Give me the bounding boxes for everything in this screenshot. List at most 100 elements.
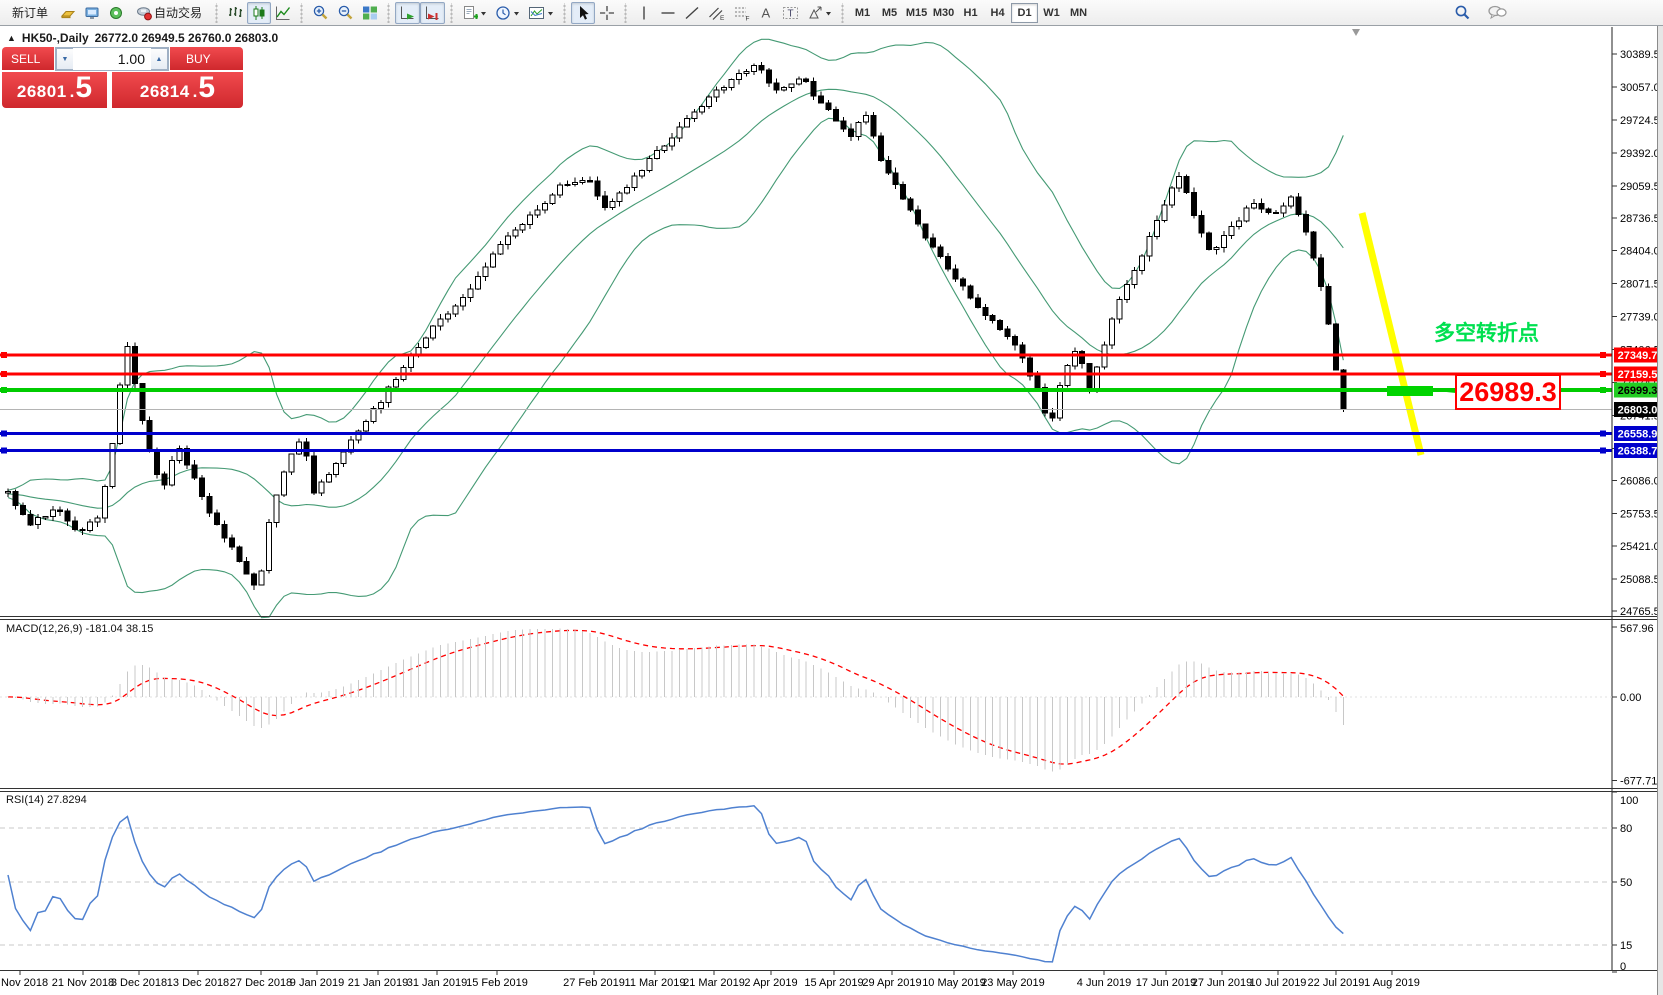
- horizontal-lines[interactable]: [0, 352, 1612, 453]
- equidistant-channel-button[interactable]: E: [704, 2, 729, 24]
- autotrading-label: 自动交易: [154, 4, 202, 21]
- buy-button[interactable]: BUY: [170, 47, 243, 71]
- bar-chart-button[interactable]: [223, 2, 247, 24]
- timeframe-m15-button[interactable]: M15: [903, 3, 930, 23]
- zoom-out-button[interactable]: [333, 2, 358, 24]
- timeframe-w1-button[interactable]: W1: [1038, 3, 1065, 23]
- axes: 30389.530057.029724.529392.029059.528736…: [1612, 27, 1660, 973]
- svg-text:27349.7: 27349.7: [1618, 350, 1658, 362]
- panel-collapse-icon[interactable]: ▲: [7, 33, 16, 43]
- zoom-in-button[interactable]: [308, 2, 333, 24]
- svg-text:27159.5: 27159.5: [1618, 369, 1658, 381]
- search-button[interactable]: [1450, 2, 1475, 24]
- new-order-button[interactable]: 新订单: [4, 2, 56, 24]
- auto-scroll-icon: [399, 5, 416, 21]
- timeframe-h4-button[interactable]: H4: [984, 3, 1011, 23]
- timeframe-h1-button[interactable]: H1: [957, 3, 984, 23]
- chevron-down-icon: [513, 8, 520, 18]
- svg-text:15 Feb 2019: 15 Feb 2019: [466, 977, 528, 989]
- buy-price[interactable]: 26814.5: [112, 72, 243, 108]
- highlight-rect[interactable]: [1387, 386, 1433, 396]
- svg-text:0: 0: [1620, 961, 1626, 973]
- template-icon: [528, 5, 545, 21]
- toolbar-separator: [213, 3, 220, 23]
- indicators-button[interactable]: [458, 2, 491, 24]
- trendline-button[interactable]: [680, 2, 704, 24]
- crosshair-button[interactable]: [595, 2, 619, 24]
- window-right-edge: [1657, 26, 1663, 995]
- periods-button[interactable]: [491, 2, 524, 24]
- price-callout[interactable]: 26989.3: [1436, 375, 1560, 409]
- svg-text:3 Dec 2018: 3 Dec 2018: [111, 977, 167, 989]
- template-button[interactable]: [524, 2, 558, 24]
- chart-shift-marker[interactable]: [1352, 29, 1360, 36]
- svg-text:31 Jan 2019: 31 Jan 2019: [407, 977, 468, 989]
- price-chart[interactable]: 30389.530057.029724.529392.029059.528736…: [0, 0, 1663, 995]
- fibonacci-icon: F: [733, 5, 750, 21]
- auto-scroll-button[interactable]: [395, 2, 420, 24]
- chat-button[interactable]: [1483, 2, 1511, 24]
- horizontal-line-icon: [660, 5, 676, 21]
- text-button[interactable]: A: [754, 2, 778, 24]
- buy-price-main: 26814: [140, 82, 190, 102]
- timeframe-d1-button[interactable]: D1: [1011, 3, 1038, 23]
- svg-text:27 Dec 2018: 27 Dec 2018: [230, 977, 292, 989]
- timeframe-mn-button[interactable]: MN: [1065, 3, 1092, 23]
- sell-price-frac: 5: [75, 75, 92, 101]
- svg-text:25088.5: 25088.5: [1620, 574, 1660, 586]
- timeframe-m30-button[interactable]: M30: [930, 3, 957, 23]
- chevron-down-icon: [547, 8, 554, 18]
- shapes-button[interactable]: [803, 2, 836, 24]
- signal-button[interactable]: [104, 2, 128, 24]
- price-badges: 27349.727159.526999.326803.026558.926388…: [1614, 348, 1661, 458]
- search-icon: [1454, 4, 1471, 21]
- main-toolbar: 新订单 自动交易: [0, 0, 1663, 26]
- svg-text:26086.0: 26086.0: [1620, 475, 1660, 487]
- svg-text:21 Jan 2019: 21 Jan 2019: [348, 977, 409, 989]
- svg-text:28071.5: 28071.5: [1620, 279, 1660, 291]
- turning-point-annotation[interactable]: 多空转折点: [1434, 321, 1539, 345]
- svg-text:567.96: 567.96: [1620, 623, 1654, 635]
- trendline-annotation[interactable]: [1362, 213, 1421, 455]
- sell-price[interactable]: 26801.5: [2, 72, 107, 108]
- crosshair-icon: [599, 5, 615, 21]
- volume-increase-button[interactable]: ▲: [151, 48, 168, 70]
- toolbar-separator: [622, 3, 629, 23]
- timeframe-m1-button[interactable]: M1: [849, 3, 876, 23]
- trendline-icon: [684, 5, 700, 21]
- fibonacci-button[interactable]: F: [729, 2, 754, 24]
- svg-text:2 Apr 2019: 2 Apr 2019: [744, 977, 797, 989]
- svg-text:T: T: [788, 8, 794, 19]
- gold-icon: [60, 5, 76, 21]
- highlight[interactable]: [1387, 386, 1433, 396]
- svg-text:23 May 2019: 23 May 2019: [981, 977, 1045, 989]
- svg-text:26803.0: 26803.0: [1618, 404, 1658, 416]
- vertical-line-button[interactable]: [632, 2, 656, 24]
- sell-button[interactable]: SELL: [2, 47, 54, 71]
- chart-shift-button[interactable]: [420, 2, 445, 24]
- cursor-button[interactable]: [571, 2, 595, 24]
- chart-window: 30389.530057.029724.529392.029059.528736…: [0, 26, 1663, 995]
- ohlc-readout: 26772.0 26949.5 26760.0 26803.0: [95, 31, 279, 45]
- svg-text:10 May 2019: 10 May 2019: [922, 977, 986, 989]
- timeframe-m5-button[interactable]: M5: [876, 3, 903, 23]
- svg-text:27 Feb 2019: 27 Feb 2019: [563, 977, 625, 989]
- text-label-icon: T: [782, 5, 799, 21]
- candlestick-chart-icon: [251, 5, 267, 21]
- volume-decrease-button[interactable]: ▼: [56, 48, 73, 70]
- svg-text:80: 80: [1620, 823, 1632, 835]
- line-chart-button[interactable]: [271, 2, 295, 24]
- shapes-icon: [807, 5, 823, 21]
- panel-separators[interactable]: [0, 617, 1658, 971]
- toolbar-separator: [298, 3, 305, 23]
- text-label-button[interactable]: T: [778, 2, 803, 24]
- tile-windows-button[interactable]: [358, 2, 382, 24]
- horizontal-line-button[interactable]: [656, 2, 680, 24]
- gold-button[interactable]: [56, 2, 80, 24]
- volume-input[interactable]: 1.00: [73, 48, 151, 70]
- terminal-button[interactable]: [80, 2, 104, 24]
- toolbar-separator: [448, 3, 455, 23]
- autotrading-button[interactable]: 自动交易: [128, 2, 210, 24]
- candles: [6, 62, 1346, 590]
- candlestick-chart-button[interactable]: [247, 2, 271, 24]
